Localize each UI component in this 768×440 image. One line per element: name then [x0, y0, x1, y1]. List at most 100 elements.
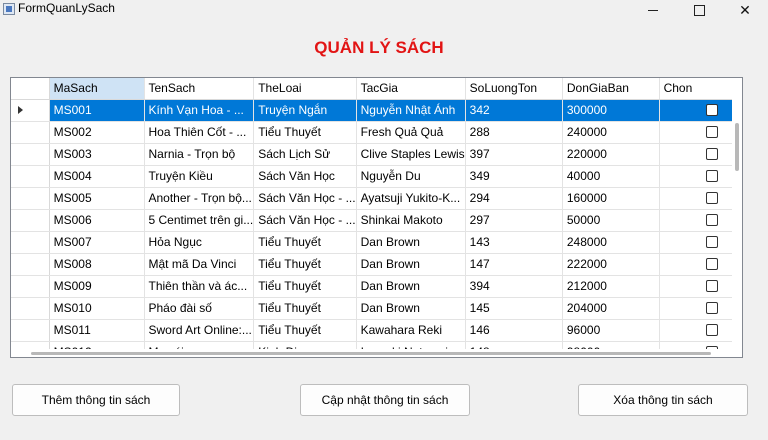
table-row[interactable]: MS008 Mật mã Da Vinci Tiểu Thuyết Dan Brow…: [11, 253, 742, 276]
cell-theloai[interactable]: Tiểu Thuyết: [253, 121, 357, 144]
cell-tacgia[interactable]: Dan Brown: [356, 275, 466, 298]
cell-dongiaban[interactable]: 160000: [562, 187, 660, 210]
table-row[interactable]: MS006 5 Centimet trên gi... Sách Văn Học -…: [11, 209, 742, 232]
minimize-button[interactable]: [630, 0, 676, 20]
cell-soluongton[interactable]: 143: [465, 231, 563, 254]
cell-theloai[interactable]: Tiểu Thuyết: [253, 231, 357, 254]
row-header[interactable]: [11, 187, 50, 210]
cell-tacgia[interactable]: Ayatsuji Yukito-K...: [356, 187, 466, 210]
cell-masach[interactable]: MS004: [49, 165, 145, 188]
cell-masach[interactable]: MS010: [49, 297, 145, 320]
select-checkbox[interactable]: [705, 258, 718, 270]
row-header[interactable]: [11, 209, 50, 232]
table-row[interactable]: MS001 Kính Vạn Hoa - ... Truyện Ngắn Nguyễn…: [11, 99, 742, 122]
horizontal-scrollbar[interactable]: [11, 349, 732, 357]
select-checkbox[interactable]: [705, 302, 718, 314]
row-header[interactable]: [11, 297, 50, 320]
cell-tensach[interactable]: 5 Centimet trên gi...: [144, 209, 255, 232]
column-header-soluongton[interactable]: SoLuongTon: [465, 78, 563, 100]
cell-soluongton[interactable]: 294: [465, 187, 563, 210]
select-checkbox[interactable]: [705, 148, 718, 160]
cell-tacgia[interactable]: Shinkai Makoto: [356, 209, 466, 232]
cell-soluongton[interactable]: 349: [465, 165, 563, 188]
select-checkbox[interactable]: [705, 280, 718, 292]
cell-dongiaban[interactable]: 96000: [562, 319, 660, 342]
cell-tensach[interactable]: Thiên thần và ác...: [144, 275, 255, 298]
cell-dongiaban[interactable]: 222000: [562, 253, 660, 276]
cell-tensach[interactable]: Pháo đài số: [144, 297, 255, 320]
cell-tacgia[interactable]: Kawahara Reki: [356, 319, 466, 342]
delete-book-button[interactable]: Xóa thông tin sách: [578, 384, 748, 416]
cell-dongiaban[interactable]: 212000: [562, 275, 660, 298]
cell-masach[interactable]: MS002: [49, 121, 145, 144]
cell-dongiaban[interactable]: 220000: [562, 143, 660, 166]
cell-tacgia[interactable]: Nguyễn Du: [356, 165, 466, 188]
cell-theloai[interactable]: Truyện Ngắn: [253, 99, 357, 122]
cell-tacgia[interactable]: Dan Brown: [356, 253, 466, 276]
table-row[interactable]: MS010 Pháo đài số Tiểu Thuyết Dan Brown 145 2…: [11, 297, 742, 320]
cell-masach[interactable]: MS008: [49, 253, 145, 276]
cell-soluongton[interactable]: 297: [465, 209, 563, 232]
update-book-button[interactable]: Cập nhật thông tin sách: [300, 384, 470, 416]
cell-masach[interactable]: MS007: [49, 231, 145, 254]
vertical-scrollbar[interactable]: [732, 78, 742, 357]
cell-soluongton[interactable]: 342: [465, 99, 563, 122]
cell-masach[interactable]: MS011: [49, 319, 145, 342]
cell-theloai[interactable]: Sách Lịch Sử: [253, 143, 357, 166]
books-data-grid[interactable]: MaSach TenSach TheLoai TacGia SoLuongTon DonG…: [10, 77, 743, 358]
cell-tensach[interactable]: Hoa Thiên Cốt - ...: [144, 121, 255, 144]
table-row[interactable]: MS003 Narnia - Trọn bộ Sách Lịch Sử Clive S…: [11, 143, 742, 166]
cell-dongiaban[interactable]: 50000: [562, 209, 660, 232]
cell-tensach[interactable]: Kính Vạn Hoa - ...: [144, 99, 255, 122]
cell-dongiaban[interactable]: 40000: [562, 165, 660, 188]
cell-theloai[interactable]: Tiểu Thuyết: [253, 319, 357, 342]
select-checkbox[interactable]: [705, 192, 718, 204]
select-checkbox[interactable]: [705, 324, 718, 336]
cell-dongiaban[interactable]: 240000: [562, 121, 660, 144]
cell-tacgia[interactable]: Dan Brown: [356, 297, 466, 320]
cell-tensach[interactable]: Another - Trọn bộ...: [144, 187, 255, 210]
row-header[interactable]: [11, 165, 50, 188]
cell-tensach[interactable]: Truyện Kiều: [144, 165, 255, 188]
cell-dongiaban[interactable]: 300000: [562, 99, 660, 122]
row-header[interactable]: [11, 231, 50, 254]
cell-tensach[interactable]: Hỏa Ngục: [144, 231, 255, 254]
cell-soluongton[interactable]: 288: [465, 121, 563, 144]
cell-theloai[interactable]: Sách Văn Học - ...: [253, 209, 357, 232]
cell-tacgia[interactable]: Dan Brown: [356, 231, 466, 254]
cell-theloai[interactable]: Tiểu Thuyết: [253, 253, 357, 276]
close-button[interactable]: ✕: [722, 0, 768, 20]
vertical-scroll-thumb[interactable]: [735, 123, 739, 171]
table-row[interactable]: MS007 Hỏa Ngục Tiểu Thuyết Dan Brown 143 248…: [11, 231, 742, 254]
cell-soluongton[interactable]: 397: [465, 143, 563, 166]
cell-tacgia[interactable]: Fresh Quả Quả: [356, 121, 466, 144]
column-header-masach[interactable]: MaSach: [49, 78, 145, 100]
column-header-tacgia[interactable]: TacGia: [356, 78, 466, 100]
select-checkbox[interactable]: [705, 170, 718, 182]
cell-soluongton[interactable]: 394: [465, 275, 563, 298]
select-checkbox[interactable]: [705, 126, 718, 138]
column-header-theloai[interactable]: TheLoai: [253, 78, 357, 100]
table-row[interactable]: MS005 Another - Trọn bộ... Sách Văn Học - …: [11, 187, 742, 210]
cell-tacgia[interactable]: Nguyễn Nhật Ánh: [356, 99, 466, 122]
cell-masach[interactable]: MS005: [49, 187, 145, 210]
column-header-tensach[interactable]: TenSach: [144, 78, 255, 100]
table-row[interactable]: MS009 Thiên thần và ác... Tiểu Thuyết Dan B…: [11, 275, 742, 298]
column-header-chon[interactable]: Chon: [659, 78, 742, 100]
row-header[interactable]: [11, 253, 50, 276]
cell-tacgia[interactable]: Clive Staples Lewis: [356, 143, 466, 166]
cell-masach[interactable]: MS003: [49, 143, 145, 166]
table-row[interactable]: MS002 Hoa Thiên Cốt - ... Tiểu Thuyết Fresh…: [11, 121, 742, 144]
cell-theloai[interactable]: Sách Văn Học - ...: [253, 187, 357, 210]
cell-tensach[interactable]: Narnia - Trọn bộ: [144, 143, 255, 166]
horizontal-scroll-thumb[interactable]: [31, 352, 711, 355]
table-row[interactable]: MS011 Sword Art Online:... Tiểu Thuyết Kawa…: [11, 319, 742, 342]
cell-masach[interactable]: MS006: [49, 209, 145, 232]
row-header[interactable]: [11, 99, 50, 122]
row-header[interactable]: [11, 143, 50, 166]
table-row[interactable]: MS004 Truyện Kiều Sách Văn Học Nguyễn Du 349…: [11, 165, 742, 188]
column-header-dongiaban[interactable]: DonGiaBan: [562, 78, 660, 100]
select-checkbox[interactable]: [705, 214, 718, 226]
row-header[interactable]: [11, 275, 50, 298]
cell-dongiaban[interactable]: 204000: [562, 297, 660, 320]
